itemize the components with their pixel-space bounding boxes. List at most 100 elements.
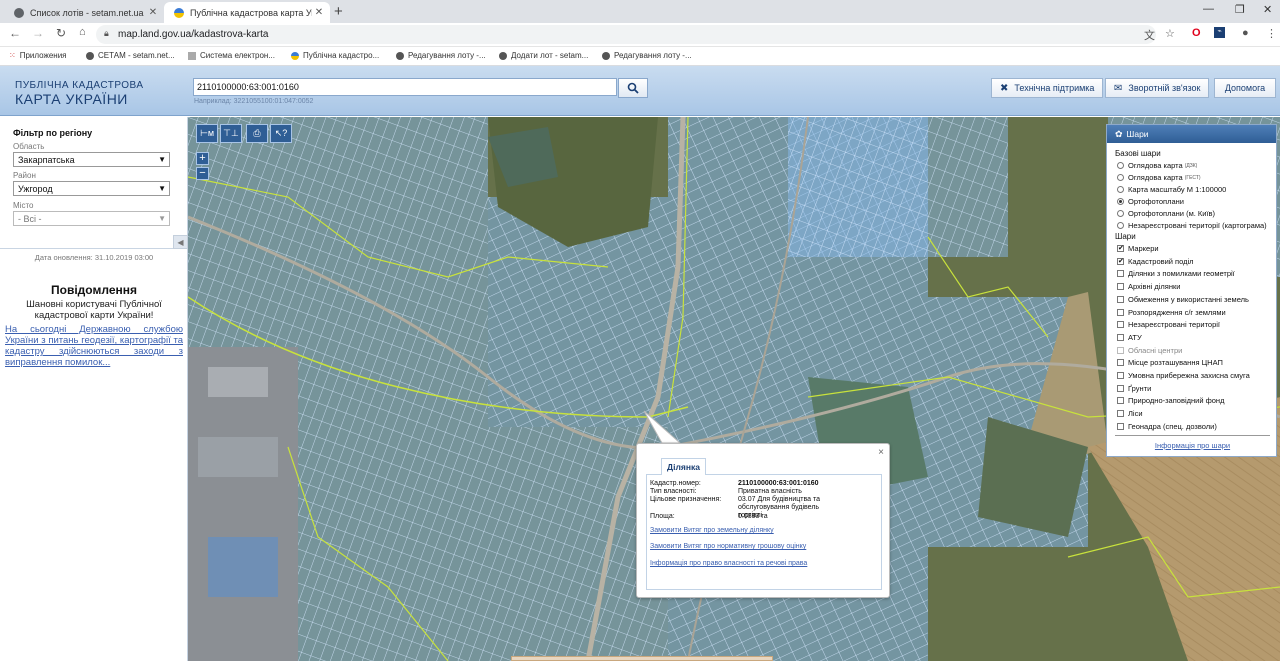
district-select[interactable]: Ужгород ▼ bbox=[13, 181, 170, 196]
radio-icon[interactable] bbox=[1117, 198, 1124, 205]
bookmark-setam[interactable]: СЕТАМ - setam.net... bbox=[86, 51, 175, 60]
city-select[interactable]: - Всі - ▼ bbox=[13, 211, 170, 226]
collapse-panel-button[interactable]: ◀ bbox=[173, 235, 188, 249]
base-layer-option[interactable]: Незареєстровані території (картограма) bbox=[1117, 221, 1267, 230]
ruler-button[interactable]: ⊢м bbox=[196, 124, 218, 143]
region-select[interactable]: Закарпатська ▼ bbox=[13, 152, 170, 167]
order-extract-link[interactable]: Замовити Витяг про земельну ділянку bbox=[650, 527, 774, 534]
overlay-layer-option[interactable]: Природно-заповідний фонд bbox=[1117, 396, 1224, 405]
overlay-layer-option[interactable]: Незареєстровані території bbox=[1117, 320, 1220, 329]
notice-link[interactable]: На сьогодні Державною службою України з … bbox=[5, 324, 183, 368]
radio-icon[interactable] bbox=[1117, 162, 1124, 169]
checkbox-icon[interactable] bbox=[1117, 283, 1124, 291]
checkbox-icon[interactable] bbox=[1117, 270, 1124, 278]
checkbox-icon[interactable] bbox=[1117, 359, 1124, 367]
checkbox-icon[interactable] bbox=[1117, 308, 1124, 316]
overlay-layer-option[interactable]: АТУ bbox=[1117, 333, 1142, 342]
base-layer-option[interactable]: Ортофотоплани (м. Київ) bbox=[1117, 209, 1215, 218]
checkbox-icon[interactable]: ✔ bbox=[1117, 257, 1124, 265]
url-field[interactable]: 🔒︎ map.land.gov.ua/kadastrova-karta bbox=[96, 25, 1156, 44]
bookmark-label: Редагування лоту -... bbox=[614, 51, 692, 60]
radio-icon[interactable] bbox=[1117, 210, 1124, 217]
tab-parcel[interactable]: Ділянка bbox=[661, 458, 706, 475]
tab-setam[interactable]: Список лотів - setam.net.ua ✕ bbox=[4, 2, 164, 23]
globe-icon bbox=[396, 51, 404, 60]
help-button[interactable]: Допомога bbox=[1214, 78, 1276, 98]
checkbox-icon[interactable]: ✔ bbox=[1117, 245, 1124, 252]
feedback-button[interactable]: ✉ Зворотній зв'язок bbox=[1105, 78, 1210, 98]
bookmark-edit-lot-2[interactable]: Редагування лоту -... bbox=[602, 51, 692, 60]
account-icon[interactable]: ● bbox=[1242, 27, 1249, 39]
checkbox-icon[interactable] bbox=[1117, 397, 1124, 405]
zoom-out-button[interactable]: − bbox=[196, 167, 209, 180]
logo-line-1[interactable]: ПУБЛІЧНА КАДАСТРОВА bbox=[15, 80, 144, 91]
checkbox-icon[interactable] bbox=[1117, 295, 1124, 303]
checkbox-icon[interactable] bbox=[1117, 321, 1124, 329]
base-layer-option[interactable]: Оглядова карта (ДЗК) bbox=[1117, 161, 1197, 170]
close-icon[interactable]: ✕ bbox=[146, 7, 160, 18]
minimize-icon[interactable]: — bbox=[1203, 3, 1214, 15]
extension-icon[interactable]: ⌁ bbox=[1214, 27, 1225, 38]
forward-icon[interactable]: → bbox=[32, 26, 44, 40]
overlay-layer-option[interactable]: Архівні ділянки bbox=[1117, 282, 1180, 291]
opera-icon[interactable]: O bbox=[1192, 27, 1201, 39]
radio-icon[interactable] bbox=[1117, 186, 1124, 193]
bookmark-system[interactable]: Система електрон... bbox=[188, 51, 275, 60]
checkbox-icon[interactable] bbox=[1117, 422, 1124, 430]
overlay-layer-option[interactable]: Розпорядження с/г землями bbox=[1117, 308, 1226, 317]
close-icon[interactable]: ✕ bbox=[312, 7, 326, 18]
close-window-icon[interactable]: ✕ bbox=[1263, 3, 1272, 16]
translate-icon[interactable]: 文 bbox=[1144, 27, 1155, 43]
base-layer-option[interactable]: Карта масштабу М 1:100000 bbox=[1117, 185, 1226, 194]
overlay-layer-option[interactable]: ✔ Кадастровий поділ bbox=[1117, 257, 1194, 266]
checkbox-icon[interactable] bbox=[1117, 333, 1124, 341]
new-tab-button[interactable]: + bbox=[334, 3, 343, 20]
print-button[interactable]: ⎙ bbox=[246, 124, 268, 143]
layers-info-link[interactable]: Інформація про шари bbox=[1107, 441, 1278, 450]
overlay-layer-option[interactable]: ✔ Маркери bbox=[1117, 244, 1159, 253]
area-measure-button[interactable]: ⊤⊥ bbox=[220, 124, 242, 143]
support-button[interactable]: ✖ Технічна підтримка bbox=[991, 78, 1104, 98]
overlay-layer-option[interactable]: Геонадра (спец. дозволи) bbox=[1117, 422, 1217, 431]
overlay-layer-option[interactable]: Умовна прибережна захисна смуга bbox=[1117, 371, 1250, 380]
checkbox-icon[interactable] bbox=[1117, 372, 1124, 379]
base-layer-option[interactable]: Оглядова карта (ГЕСТ) bbox=[1117, 173, 1201, 182]
overlay-layer-option[interactable]: Ліси bbox=[1117, 409, 1143, 418]
cadastral-search-input[interactable] bbox=[193, 78, 617, 96]
search-button[interactable] bbox=[618, 78, 648, 98]
bookmark-label: Редагування лоту -... bbox=[408, 51, 486, 60]
base-layer-option[interactable]: Ортофотоплани bbox=[1117, 197, 1184, 206]
checkbox-icon[interactable] bbox=[1117, 384, 1124, 392]
radio-icon[interactable] bbox=[1117, 222, 1124, 229]
ownership-info-link[interactable]: Інформація про право власності та речові… bbox=[650, 560, 807, 567]
overlay-layer-option[interactable]: Ділянки з помилками геометрії bbox=[1117, 269, 1235, 278]
reload-icon[interactable]: ↻ bbox=[56, 26, 66, 40]
zoom-in-button[interactable]: + bbox=[196, 152, 209, 165]
tab-kadastr[interactable]: Публічна кадастрова карта Укр ✕ bbox=[164, 2, 330, 23]
back-icon[interactable]: ← bbox=[9, 26, 21, 40]
parcel-field-row: Площа: 0.0393 га bbox=[650, 513, 830, 521]
restore-icon[interactable]: ❐ bbox=[1235, 3, 1245, 16]
home-icon[interactable]: ⌂ bbox=[79, 26, 86, 38]
radio-icon[interactable] bbox=[1117, 174, 1124, 181]
close-icon[interactable]: × bbox=[878, 447, 884, 458]
bookmark-add-lot[interactable]: Додати лот - setam... bbox=[499, 51, 588, 60]
layer-label: Незареєстровані території (картограма) bbox=[1128, 221, 1267, 230]
checkbox-icon[interactable] bbox=[1117, 410, 1124, 418]
overlay-layer-option[interactable]: Обмеження у використанні земель bbox=[1117, 295, 1249, 304]
checkbox-icon[interactable] bbox=[1117, 346, 1124, 354]
star-icon[interactable]: ☆ bbox=[1165, 27, 1175, 40]
logo-line-2[interactable]: КАРТА УКРАЇНИ bbox=[15, 91, 128, 107]
flag-icon bbox=[291, 51, 299, 60]
bookmark-apps[interactable]: ⁙ Приложения bbox=[9, 51, 67, 60]
menu-icon[interactable]: ⋮ bbox=[1266, 27, 1277, 40]
overlay-layer-option[interactable]: Обласні центри bbox=[1117, 346, 1182, 355]
order-valuation-link[interactable]: Замовити Витяг про нормативну грошову оц… bbox=[650, 543, 806, 550]
overlay-layer-option[interactable]: Місце розташування ЦНАП bbox=[1117, 358, 1223, 367]
identify-button[interactable]: ↖? bbox=[270, 124, 292, 143]
layer-label: Обласні центри bbox=[1128, 345, 1183, 355]
overlay-layer-option[interactable]: Ґрунти bbox=[1117, 384, 1151, 393]
layers-header[interactable]: ✿ Шари bbox=[1107, 125, 1276, 143]
bookmark-kadastr[interactable]: Публічна кадастро... bbox=[291, 51, 379, 60]
bookmark-edit-lot-1[interactable]: Редагування лоту -... bbox=[396, 51, 486, 60]
